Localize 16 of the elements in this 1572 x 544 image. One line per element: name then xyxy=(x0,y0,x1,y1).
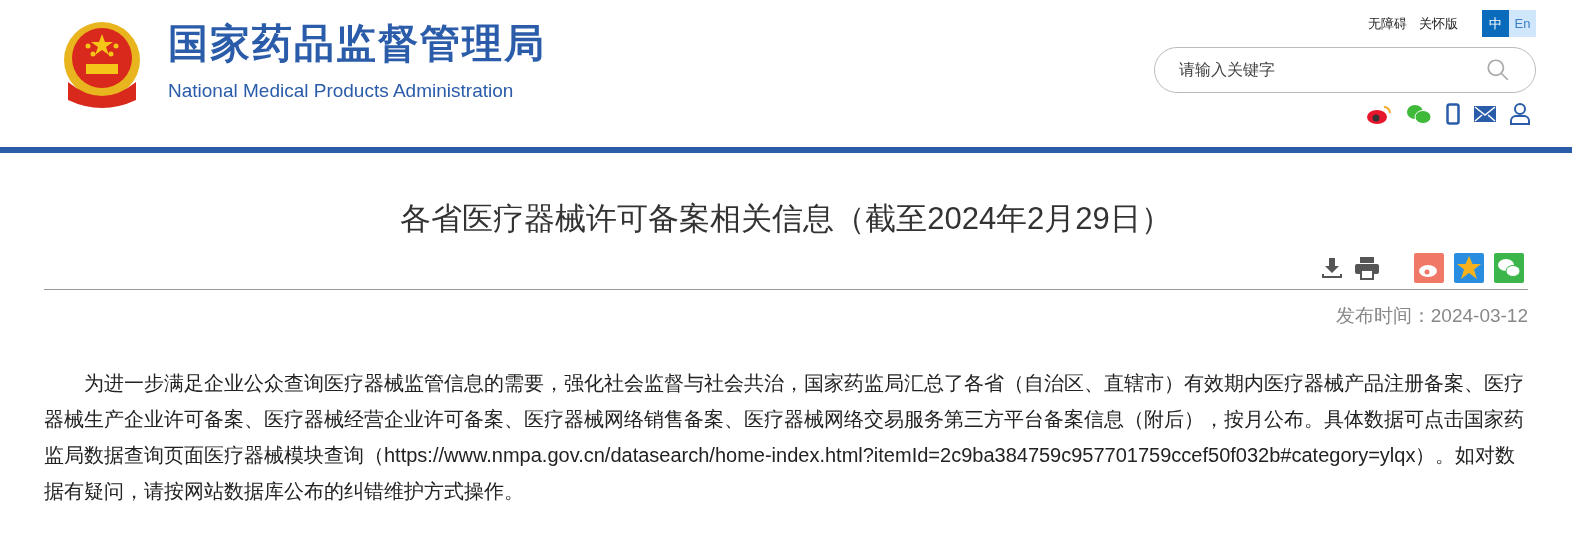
print-icon[interactable] xyxy=(1354,256,1380,280)
header-link[interactable]: 无障碍 xyxy=(1368,13,1407,34)
article-title: 各省医疗器械许可备案相关信息（截至2024年2月29日） xyxy=(399,200,1173,238)
download-icon[interactable] xyxy=(1320,256,1344,280)
publish-date: 发布时间：2024-03-12 xyxy=(1335,304,1528,328)
site-subtitle: National Medical Products Administration xyxy=(168,78,515,103)
language-tab[interactable]: 中 xyxy=(1482,10,1509,37)
wechat-share-icon[interactable] xyxy=(1494,253,1524,283)
site-title: 国家药品监督管理局 xyxy=(168,22,546,63)
user-icon[interactable] xyxy=(1510,103,1530,125)
wechat-icon[interactable] xyxy=(1406,103,1432,125)
article-body: 为进一步满足企业公众查询医疗器械监管信息的需要，强化社会监督与社会共治，国家药监局汇总了各省（自治区、直辖市）有效期内医疗器械产品注册备案、医疗器械生产企业许可备案、医疗器械经营企业许可备案、医疗器械网络销售备案、医疗器械网络交易服务第三方平台备案信息（附后），按月公布。具体数据可点击国家药监局数据查询页面医疗器械模块查询（https://www.nmpa.gov.cn/datasearch/home-index.html?itemId=2c9ba384759c957701759ccef50f032b#category=ylqx）。如对数据有疑问，请按网站数据库公布的纠错维护方式操作。 xyxy=(44,370,1525,504)
mail-icon[interactable] xyxy=(1474,106,1496,122)
phone-icon[interactable] xyxy=(1446,103,1460,125)
header-link[interactable]: 关怀版 xyxy=(1419,13,1458,34)
star-share-icon[interactable] xyxy=(1454,253,1484,283)
